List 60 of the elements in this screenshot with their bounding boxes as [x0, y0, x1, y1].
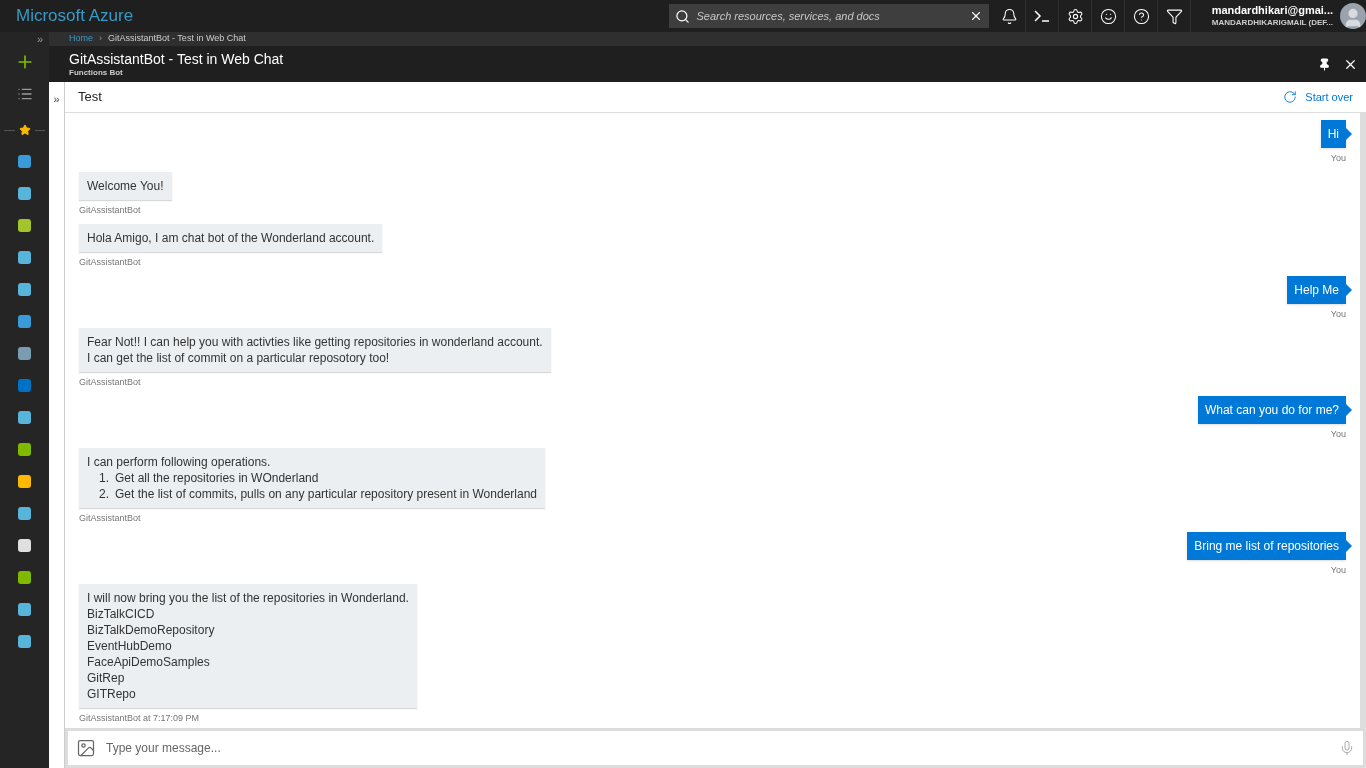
start-over-button[interactable]: Start over: [1283, 88, 1353, 106]
help-icon: [1132, 7, 1150, 25]
message-text: Hi: [1327, 126, 1339, 142]
list-item-text: Get the list of commits, pulls on any particular repository present in Wonderland: [115, 486, 537, 502]
panel-title: Test: [78, 88, 103, 107]
user-caption: You: [1330, 428, 1346, 440]
message-text: EventHubDemo: [87, 638, 173, 654]
menu-icon[interactable]: [16, 86, 33, 102]
collapse-button[interactable]: »: [36, 32, 49, 46]
search-input[interactable]: Search resources, services, and docs: [696, 7, 964, 25]
message-text: GITRepo: [87, 686, 137, 702]
message-text: Welcome You!: [87, 178, 164, 194]
favorites-star-icon: [18, 124, 31, 136]
terminal-icon: [1033, 9, 1052, 23]
breadcrumb-current: GitAssistantBot - Test in Web Chat: [108, 32, 246, 46]
list-number: 1.: [99, 470, 109, 486]
list-item-text: Get all the repositories in WOnderland: [115, 470, 319, 486]
search-field[interactable]: Search resources, services, and docs: [669, 4, 990, 28]
bot-caption: GitAssistantBot: [79, 512, 141, 524]
message-text: I will now bring you the list of the repositories in Wonderland.: [87, 590, 409, 606]
message-text: BizTalkCICD: [87, 606, 156, 622]
breadcrumb-separator: ›: [99, 32, 102, 46]
message-field[interactable]: Type your message...: [106, 739, 1329, 757]
account-email[interactable]: mandardhikari@gmai...: [1211, 3, 1334, 17]
message-text: Hola Amigo, I am chat bot of the Wonderland account.: [87, 230, 375, 246]
message-input[interactable]: Type your message...: [65, 728, 1366, 768]
message-text: I can perform following operations.: [87, 454, 272, 470]
message-text: FaceApiDemoSamples: [87, 654, 211, 670]
breadcrumb-link[interactable]: Home: [69, 32, 93, 46]
bot-caption: GitAssistantBot: [79, 256, 141, 268]
brand-title[interactable]: Microsoft Azure: [0, 3, 670, 29]
message-text: Bring me list of repositories: [1194, 538, 1339, 554]
bot-caption: GitAssistantBot: [79, 376, 141, 388]
funnel-icon: [1165, 7, 1183, 25]
account-directory[interactable]: MANDARDHIKARIGMAIL (DEF...: [1211, 17, 1334, 29]
list-number: 2.: [99, 486, 109, 502]
bot-caption: GitAssistantBot at 7:17:09 PM: [79, 712, 200, 724]
image-upload-icon[interactable]: [76, 738, 96, 758]
pin-icon[interactable]: [1318, 57, 1331, 71]
message-text: Help Me: [1294, 282, 1339, 298]
user-caption: You: [1330, 308, 1346, 320]
smiley-icon: [1099, 7, 1117, 25]
message-text: Fear Not!! I can help you with activties like getting repositories in wonderland account.: [87, 334, 543, 350]
refresh-icon: [1283, 90, 1298, 104]
bell-icon: [1000, 7, 1018, 25]
message-text: I can get the list of commit on a particular reposotory too!: [87, 350, 391, 366]
message-text: BizTalkDemoRepository: [87, 622, 216, 638]
blade-subtitle: Functions Bot: [69, 67, 124, 78]
message-text: GitRep: [87, 670, 126, 686]
bot-caption: GitAssistantBot: [79, 204, 141, 216]
user-caption: You: [1330, 152, 1346, 164]
user-caption: You: [1330, 564, 1346, 576]
gear-icon: [1066, 7, 1084, 25]
avatar-icon[interactable]: [1340, 3, 1366, 29]
search-icon: [675, 8, 691, 24]
blade-title: GitAssistantBot - Test in Web Chat: [69, 50, 285, 68]
expand-button[interactable]: »: [53, 92, 60, 106]
microphone-icon[interactable]: [1339, 740, 1355, 756]
scrollbar[interactable]: [1360, 113, 1366, 728]
message-text: What can you do for me?: [1204, 402, 1339, 418]
